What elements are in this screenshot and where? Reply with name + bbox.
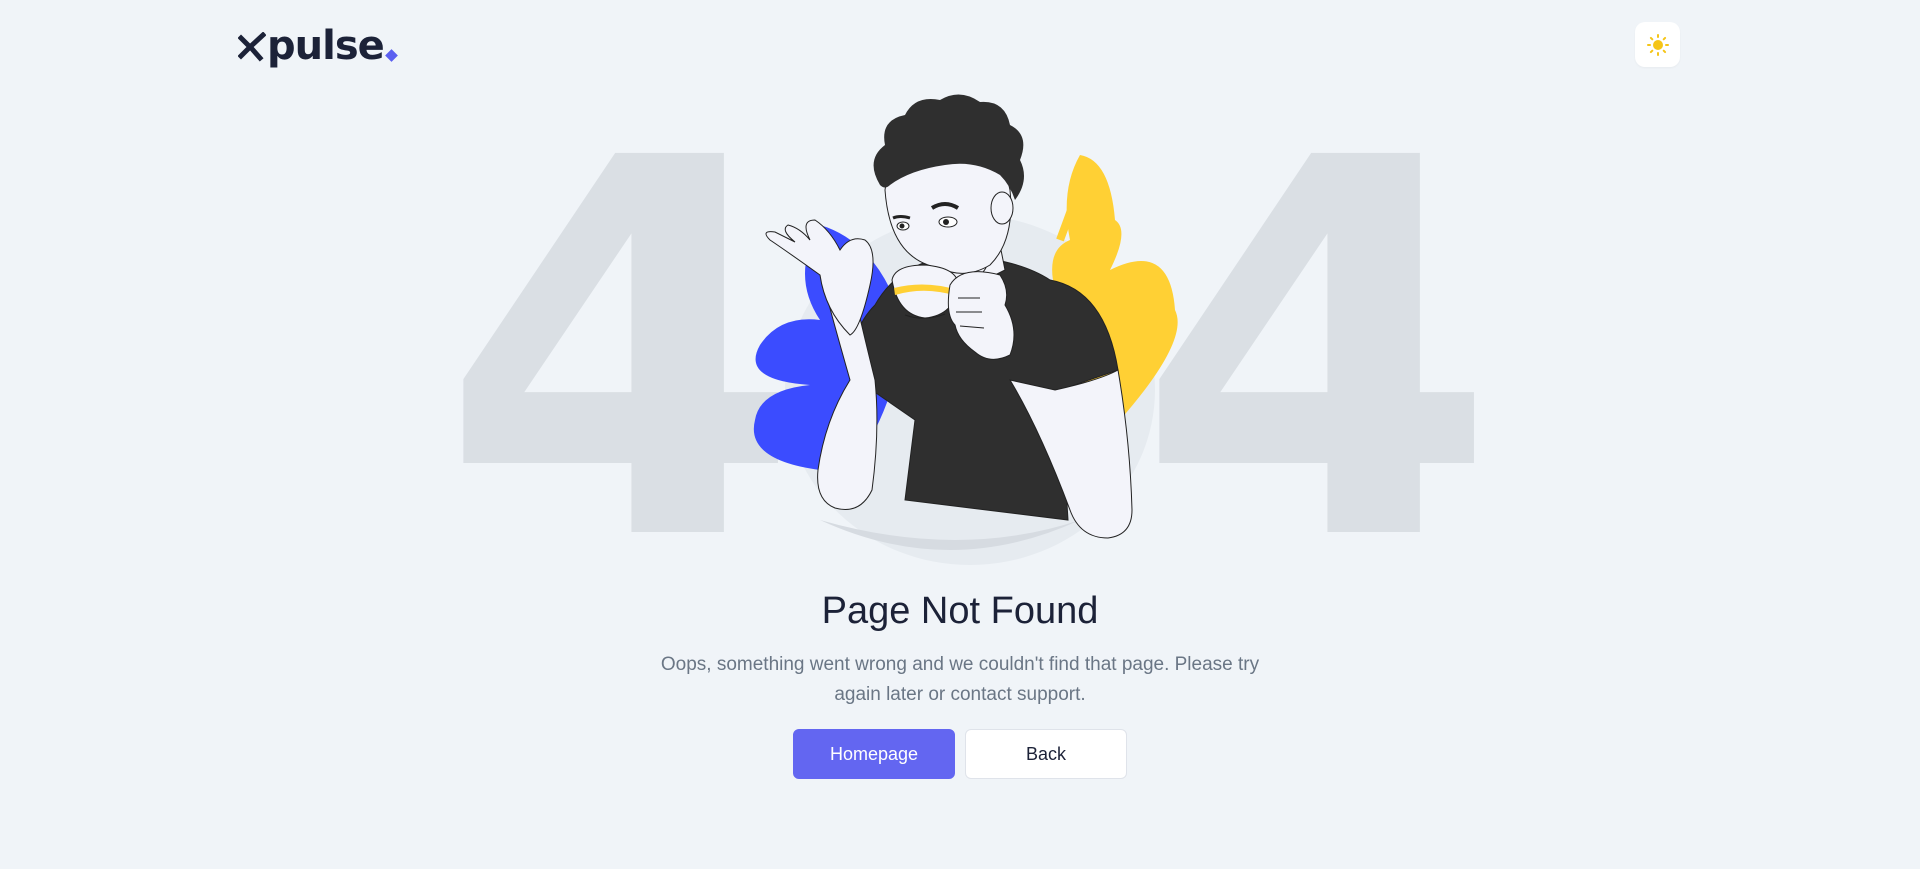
error-message: Oops, something went wrong and we couldn… [660,654,1260,705]
theme-toggle-button[interactable] [1635,22,1680,67]
not-found-page: pulse 4 4 Page Not Found Oops, something… [0,0,1920,869]
back-button[interactable]: Back [965,729,1127,779]
logo-text: pulse [267,23,385,69]
page-title: Page Not Found [821,590,1099,632]
brand-logo[interactable]: pulse [238,22,398,69]
logo-dot [384,49,398,62]
x-logo-icon [238,32,266,62]
man-drinking-coffee-illustration [753,94,1178,565]
homepage-button[interactable]: Homepage [793,729,955,779]
sun-icon [1646,33,1669,56]
